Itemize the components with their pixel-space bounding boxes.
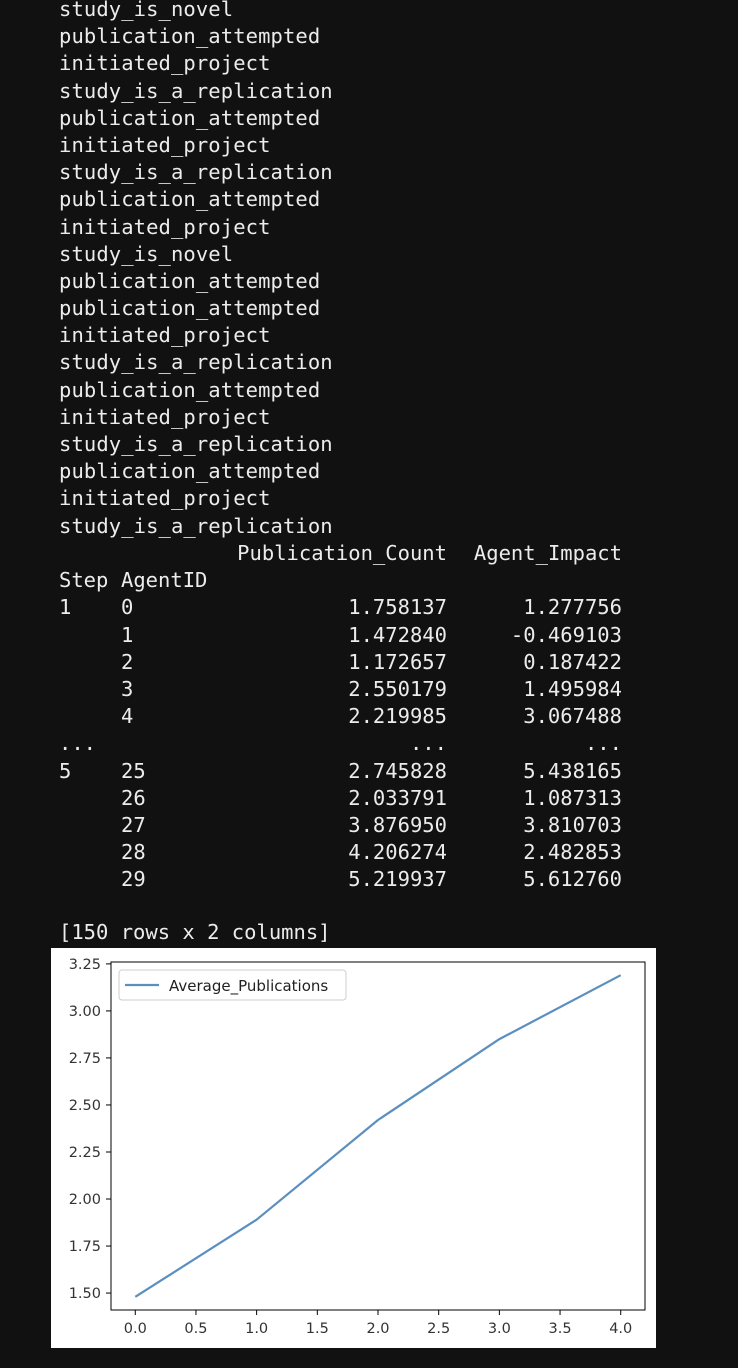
table-row: 1 1.472840 -0.469103 — [59, 622, 679, 649]
x-tick-label: 3.0 — [488, 1321, 511, 1337]
x-tick-label: 1.5 — [306, 1321, 329, 1337]
log-line: initiated_project — [59, 404, 271, 429]
line-chart: 0.0 0.5 1.0 1.5 2.0 2.5 3.0 3.5 4.0 1.50 1.75 2.00 2… — [51, 948, 656, 1348]
y-tick-label: 1.75 — [69, 1239, 101, 1255]
table-row: 27 3.876950 3.810703 — [59, 812, 679, 839]
df-header-row: Publication_Count Agent_Impact — [59, 540, 679, 567]
column-header-agent-impact: Agent_Impact — [473, 541, 622, 565]
y-tick-label: 2.75 — [69, 1051, 101, 1067]
y-tick-label: 2.25 — [69, 1145, 101, 1161]
cell-publication-count: 2.033791 — [348, 785, 447, 810]
log-line: study_is_novel — [59, 241, 234, 266]
cell-publication-count: 1.172657 — [348, 649, 447, 674]
x-tick-label: 1.0 — [245, 1321, 268, 1337]
x-tick-label: 2.0 — [366, 1321, 389, 1337]
cell-agentid: 1 — [121, 622, 134, 647]
cell-step: ... — [59, 731, 97, 756]
index-name-agentid: AgentID — [121, 568, 208, 593]
chart-svg: 0.0 0.5 1.0 1.5 2.0 2.5 3.0 3.5 4.0 1.50 1.75 2.00 2… — [69, 957, 646, 1337]
table-row: 1 0 1.758137 1.277756 — [59, 594, 679, 621]
x-tick-label: 3.5 — [549, 1321, 572, 1337]
log-line: publication_attempted — [59, 268, 321, 293]
dataframe-summary: [150 rows x 2 columns] — [59, 920, 331, 944]
cell-agentid: 3 — [121, 676, 134, 701]
log-line: initiated_project — [59, 214, 271, 239]
log-line: initiated_project — [59, 323, 271, 348]
column-header-publication-count: Publication_Count — [237, 541, 447, 565]
cell-publication-count: 3.876950 — [348, 812, 447, 837]
log-line: publication_attempted — [59, 24, 321, 49]
y-tick-label: 3.25 — [69, 957, 101, 973]
x-tick-label: 2.5 — [427, 1321, 450, 1337]
log-line: study_is_a_replication — [59, 160, 333, 185]
df-index-names-row: Step AgentID — [59, 567, 679, 594]
console-output: study_is_novel publication_attempted initi… — [59, 0, 699, 540]
cell-publication-count: 2.550179 — [348, 676, 447, 701]
cell-step: 1 — [59, 595, 72, 620]
table-row: 26 2.033791 1.087313 — [59, 785, 679, 812]
log-line: initiated_project — [59, 51, 271, 76]
cell-agent-impact: 5.438165 — [523, 758, 622, 783]
cell-agentid: 28 — [121, 840, 146, 865]
cell-agent-impact: ... — [584, 731, 622, 756]
cell-agentid: 29 — [121, 867, 146, 892]
dataframe-output: Publication_Count Agent_Impact Step Agen… — [59, 540, 679, 893]
table-row: 3 2.550179 1.495984 — [59, 676, 679, 703]
cell-step: 5 — [59, 758, 72, 783]
log-line: initiated_project — [59, 132, 271, 157]
table-row: 29 5.219937 5.612760 — [59, 866, 679, 893]
cell-publication-count: 5.219937 — [348, 867, 447, 892]
log-line: publication_attempted — [59, 296, 321, 321]
log-line: study_is_a_replication — [59, 513, 333, 538]
cell-agent-impact: 2.482853 — [523, 840, 622, 865]
table-row: 2 1.172657 0.187422 — [59, 649, 679, 676]
legend-label: Average_Publications — [169, 977, 328, 996]
cell-agent-impact: 5.612760 — [523, 867, 622, 892]
cell-agent-impact: 1.087313 — [523, 785, 622, 810]
log-line: study_is_a_replication — [59, 432, 333, 456]
cell-agentid: 25 — [121, 758, 146, 783]
log-line: study_is_novel — [59, 0, 234, 21]
cell-publication-count: 1.758137 — [348, 595, 447, 620]
x-tick-label: 4.0 — [609, 1321, 632, 1337]
log-line: publication_attempted — [59, 105, 321, 130]
cell-publication-count: ... — [409, 731, 447, 756]
cell-agent-impact: 0.187422 — [523, 649, 622, 674]
log-line: publication_attempted — [59, 377, 321, 402]
cell-publication-count: 2.219985 — [348, 704, 447, 729]
cell-agentid: 0 — [121, 595, 134, 620]
y-tick-label: 2.00 — [69, 1192, 101, 1208]
cell-agentid: 26 — [121, 785, 146, 810]
table-row: 5 25 2.745828 5.438165 — [59, 758, 679, 785]
cell-agent-impact: 3.067488 — [523, 704, 622, 729]
y-tick-label: 3.00 — [69, 1004, 101, 1020]
log-line: initiated_project — [59, 486, 271, 511]
log-line: publication_attempted — [59, 459, 321, 484]
cell-publication-count: 1.472840 — [348, 622, 447, 647]
cell-publication-count: 4.206274 — [348, 840, 447, 865]
y-tick-label: 2.50 — [69, 1098, 101, 1114]
table-row: 28 4.206274 2.482853 — [59, 839, 679, 866]
log-line: study_is_a_replication — [59, 78, 333, 103]
plot-frame — [110, 961, 646, 1311]
cell-publication-count: 2.745828 — [348, 758, 447, 783]
x-tick-label: 0.5 — [184, 1321, 207, 1337]
cell-agent-impact: -0.469103 — [510, 622, 622, 647]
cell-agent-impact: 1.495984 — [523, 676, 622, 701]
log-line: study_is_a_replication — [59, 350, 333, 375]
index-name-step: Step — [59, 568, 109, 593]
cell-agentid: 27 — [121, 812, 146, 837]
x-tick-label: 0.0 — [124, 1321, 147, 1337]
table-row: ......... — [59, 730, 679, 757]
cell-agentid: 2 — [121, 649, 134, 674]
cell-agent-impact: 1.277756 — [523, 595, 622, 620]
cell-agentid: 4 — [121, 704, 134, 729]
y-tick-label: 1.50 — [69, 1286, 101, 1302]
cell-agent-impact: 3.810703 — [523, 812, 622, 837]
log-line: publication_attempted — [59, 187, 321, 212]
series-line — [134, 974, 622, 1298]
table-row: 4 2.219985 3.067488 — [59, 703, 679, 730]
